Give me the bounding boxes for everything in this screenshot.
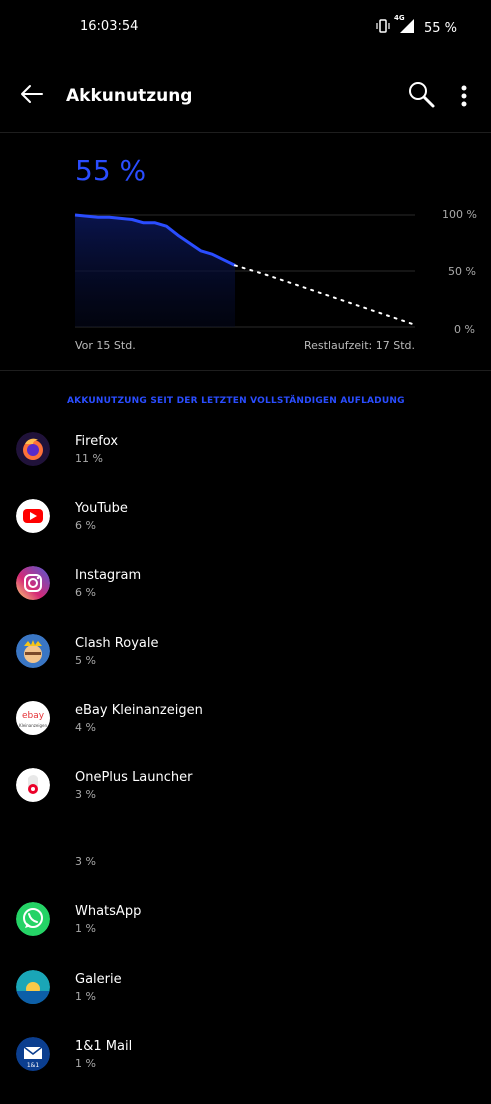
status-bar: 16:03:54 4G 55 %	[0, 0, 491, 56]
app-name: eBay Kleinanzeigen	[75, 702, 203, 718]
app-usage-item[interactable]: 3 %	[0, 835, 491, 902]
app-name: Instagram	[75, 568, 142, 584]
instagram-icon	[16, 566, 50, 601]
chart-start-label: Vor 15 Std.	[75, 339, 136, 352]
app-usage-percent: 3 %	[75, 788, 96, 801]
app-usage-percent: 5 %	[75, 653, 96, 667]
gallery-icon	[16, 969, 50, 1004]
vibrate-icon	[376, 19, 390, 37]
status-time: 16:03:54	[80, 19, 139, 34]
signal-icon: 4G	[394, 14, 416, 38]
chart-remaining-label: Restlaufzeit: 17 Std.	[304, 339, 415, 352]
app-usage-item[interactable]: 1&1 1&1 Mail 1 %	[0, 1036, 491, 1104]
network-type: 4G	[393, 14, 405, 22]
whatsapp-icon	[16, 902, 50, 937]
arrow-left-icon	[21, 85, 43, 103]
battery-percentage: 55 %	[75, 154, 147, 187]
app-usage-percent: 6 %	[75, 586, 96, 600]
app-usage-item[interactable]: WhatsApp 1 %	[0, 902, 491, 969]
svg-text:Kleinanzeigen: Kleinanzeigen	[19, 723, 48, 728]
section-divider	[0, 370, 491, 371]
firefox-icon	[16, 432, 50, 466]
app-usage-percent: 1 %	[75, 1056, 96, 1070]
search-button[interactable]	[406, 80, 436, 110]
youtube-icon	[16, 499, 50, 534]
y-tick-0: 0 %	[454, 323, 475, 336]
app-name: Galerie	[75, 971, 122, 987]
battery-level-text: 55 %	[423, 20, 457, 36]
clash-royale-icon	[16, 633, 50, 668]
search-icon	[409, 82, 435, 108]
app-name: 1&1 Mail	[75, 1038, 133, 1054]
section-heading: AKKUNUTZUNG SEIT DER LETZTEN VOLLSTÄNDIG…	[67, 396, 405, 406]
app-name: Clash Royale	[75, 635, 159, 651]
app-usage-item[interactable]: Galerie 1 %	[0, 969, 491, 1037]
y-tick-50: 50 %	[448, 265, 476, 278]
page-title: Akkunutzung	[66, 86, 193, 106]
app-usage-item[interactable]: OnePlus Launcher 3 %	[0, 768, 491, 835]
oneplus-launcher-icon	[16, 768, 50, 802]
status-icons: 4G 55 %	[376, 14, 457, 38]
app-name: OnePlus Launcher	[75, 770, 193, 785]
app-usage-percent: 11 %	[75, 452, 103, 465]
app-usage-percent: 6 %	[75, 519, 96, 533]
svg-text:1&1: 1&1	[27, 1062, 39, 1069]
app-usage-item[interactable]: Instagram 6 %	[0, 566, 491, 633]
app-name: Firefox	[75, 434, 119, 449]
battery-chart	[74, 213, 416, 328]
svg-text:ebay: ebay	[22, 711, 45, 721]
app-name: YouTube	[75, 501, 128, 517]
app-usage-percent: 4 %	[75, 720, 96, 734]
app-bar: Akkunutzung	[0, 56, 491, 133]
app-usage-item[interactable]: Firefox 11 %	[0, 432, 491, 499]
back-button[interactable]	[16, 78, 48, 110]
app-name: WhatsApp	[75, 904, 142, 920]
app-usage-percent: 1 %	[75, 989, 96, 1003]
app-usage-percent: 1 %	[75, 922, 96, 936]
y-tick-100: 100 %	[442, 208, 477, 221]
app-usage-item[interactable]: Clash Royale 5 %	[0, 633, 491, 701]
app-usage-percent: 3 %	[75, 855, 96, 869]
app-usage-item[interactable]: ebay Kleinanzeigen eBay Kleinanzeigen 4 %	[0, 700, 491, 768]
more-options-button[interactable]	[452, 82, 476, 110]
chart-area-fill	[75, 215, 235, 327]
more-vert-icon	[461, 85, 467, 107]
chart-line-forecast	[234, 264, 416, 326]
mail-icon: 1&1	[16, 1036, 50, 1071]
app-usage-item[interactable]: YouTube 6 %	[0, 499, 491, 566]
ebay-kleinanzeigen-icon: ebay Kleinanzeigen	[16, 700, 50, 735]
